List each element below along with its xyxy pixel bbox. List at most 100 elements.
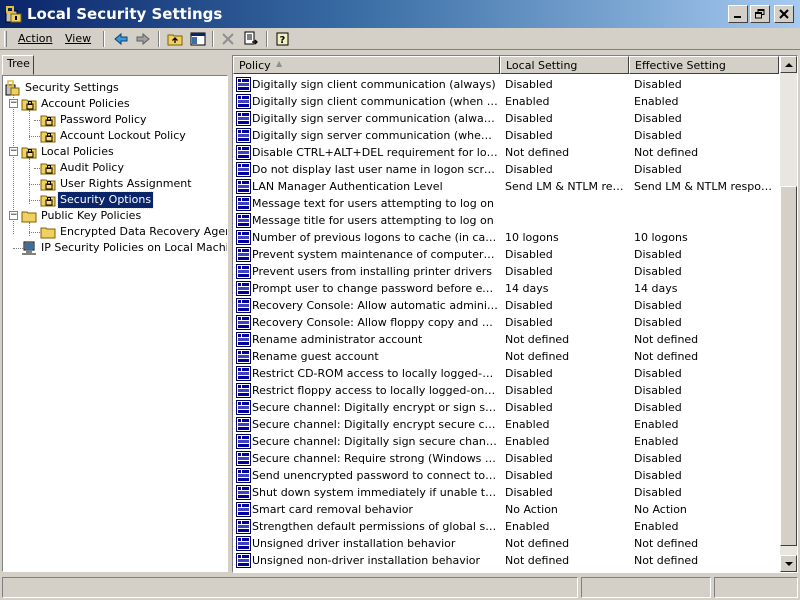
policy-setting-icon [236,536,251,551]
policy-name: Shut down system immediately if unable t… [252,486,498,499]
table-row[interactable]: Shut down system immediately if unable t… [233,484,779,501]
table-row[interactable]: Number of previous logons to cache (in c… [233,229,779,246]
local-setting-value: Enabled [505,95,550,108]
table-row[interactable]: Unsigned driver installation behavior Not… [233,535,779,552]
local-setting-value: Disabled [505,452,553,465]
column-header-policy[interactable]: Policy ▲ [233,56,500,74]
column-header-local-setting[interactable]: Local Setting [500,56,629,74]
scrollbar-thumb[interactable] [780,186,797,546]
policy-name: Unsigned driver installation behavior [252,537,456,550]
policy-setting-icon [236,128,251,143]
policy-setting-icon [236,298,251,313]
table-row[interactable]: Strengthen default permissions of global… [233,518,779,535]
tree-item-label: Public Key Policies [41,209,142,222]
policy-setting-icon [236,366,251,381]
effective-setting-value: 14 days [634,282,678,295]
effective-setting-value: Disabled [634,112,682,125]
table-row[interactable]: Secure channel: Digitally encrypt or sig… [233,399,779,416]
tree-item-label: Encrypted Data Recovery Agents [60,225,228,238]
policy-setting-icon [236,162,251,177]
local-setting-value: Disabled [505,486,553,499]
table-row[interactable]: Rename guest account Not defined Not defin… [233,348,779,365]
table-row[interactable]: Digitally sign client communication (alw… [233,76,779,93]
policy-list-view[interactable]: Policy ▲ Local Setting Effective Setting… [232,55,798,573]
table-row[interactable]: Send unencrypted password to connect to … [233,467,779,484]
table-row[interactable]: Unsigned non-driver installation behavio… [233,552,779,569]
policy-setting-icon [236,451,251,466]
show-hide-tree-button[interactable] [188,30,208,48]
policy-name: Do not display last user name in logon s… [252,163,498,176]
status-panel [714,577,798,598]
policy-name: Smart card removal behavior [252,503,413,516]
local-setting-value: Disabled [505,367,553,380]
policy-setting-icon [236,349,251,364]
table-row[interactable]: Restrict floppy access to locally logged… [233,382,779,399]
folder-lock-icon [40,115,56,127]
vertical-scrollbar[interactable] [780,56,797,572]
table-row[interactable]: Recovery Console: Allow floppy copy and … [233,314,779,331]
table-row[interactable]: Secure channel: Digitally encrypt secure… [233,416,779,433]
table-row[interactable]: Prompt user to change password before ex… [233,280,779,297]
table-row[interactable]: Prevent users from installing printer dr… [233,263,779,280]
minimize-button[interactable] [728,5,748,23]
scroll-down-button[interactable] [780,555,797,572]
tree-connector [29,158,30,204]
table-row[interactable]: Digitally sign server communication (alw… [233,110,779,127]
policy-setting-icon [236,553,251,568]
table-row[interactable]: Restrict CD-ROM access to locally logged… [233,365,779,382]
effective-setting-value: Not defined [634,333,699,346]
table-row[interactable]: Message title for users attempting to lo… [233,212,779,229]
security-settings-icon [5,80,20,96]
table-row[interactable]: LAN Manager Authentication Level Send LM … [233,178,779,195]
menu-action[interactable]: Action [18,32,52,45]
tree-pane[interactable]: − − − Security Settings Account Policies… [2,75,228,572]
table-row[interactable]: Rename administrator account Not defined N… [233,331,779,348]
table-row[interactable]: Digitally sign server communication (whe… [233,127,779,144]
local-setting-value: Not defined [505,537,570,550]
expand-toggle-local-policies[interactable]: − [9,147,18,156]
menu-view[interactable]: View [65,32,91,45]
policy-setting-icon [236,434,251,449]
scroll-up-button[interactable] [780,56,797,73]
svg-text:?: ? [280,35,286,46]
local-setting-value: Disabled [505,469,553,482]
table-row[interactable]: Recovery Console: Allow automatic admini… [233,297,779,314]
table-row[interactable]: Disable CTRL+ALT+DEL requirement for log… [233,144,779,161]
policy-setting-icon [236,77,251,92]
local-setting-value: Disabled [505,316,553,329]
policy-setting-icon [236,247,251,262]
folder-lock-icon [40,163,56,175]
export-list-button[interactable] [241,30,261,48]
local-setting-value: Not defined [505,554,570,567]
column-header-label: Local Setting [506,59,578,72]
table-row[interactable]: Digitally sign client communication (whe… [233,93,779,110]
expand-toggle-public-key-policies[interactable]: − [9,211,18,220]
local-setting-value: Disabled [505,78,553,91]
effective-setting-value: Not defined [634,350,699,363]
local-setting-value: Disabled [505,129,553,142]
policy-setting-icon [236,400,251,415]
close-button[interactable] [774,5,794,23]
back-button[interactable] [111,30,131,48]
table-row[interactable]: Smart card removal behavior No Action No A… [233,501,779,518]
help-button[interactable]: ? [273,30,293,48]
tab-tree[interactable]: Tree [2,55,34,75]
toolbar-grip[interactable] [4,31,7,47]
forward-button[interactable] [133,30,153,48]
table-row[interactable]: Prevent system maintenance of computer a… [233,246,779,263]
table-row[interactable]: Do not display last user name in logon s… [233,161,779,178]
expand-toggle-account-policies[interactable]: − [9,99,18,108]
effective-setting-value: Enabled [634,520,679,533]
up-one-level-button[interactable] [165,30,185,48]
local-setting-value: Disabled [505,384,553,397]
scroll-down-icon [784,561,793,566]
local-setting-value: Enabled [505,520,550,533]
show-hide-tree-icon [190,32,206,46]
restore-button[interactable] [750,5,770,23]
table-row[interactable]: Secure channel: Digitally sign secure ch… [233,433,779,450]
table-row[interactable]: Message text for users attempting to log… [233,195,779,212]
column-header-effective-setting[interactable]: Effective Setting [629,56,779,74]
table-row[interactable]: Secure channel: Require strong (Windows … [233,450,779,467]
delete-button[interactable] [218,30,238,48]
local-setting-value: 14 days [505,282,549,295]
